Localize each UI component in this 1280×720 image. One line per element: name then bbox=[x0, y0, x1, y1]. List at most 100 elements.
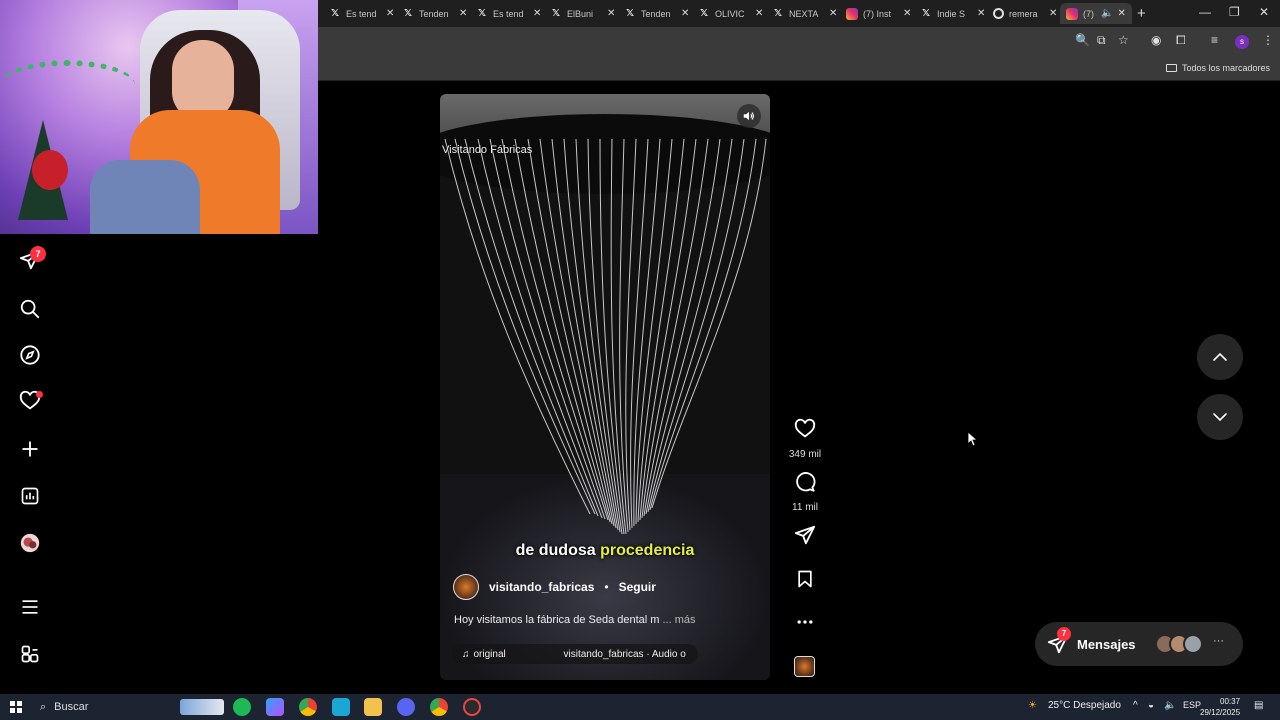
profile-avatar[interactable]: s bbox=[1235, 35, 1249, 49]
dashboard-icon[interactable] bbox=[18, 484, 42, 508]
audio-toggle-button[interactable] bbox=[737, 104, 761, 128]
profile-avatar-icon[interactable] bbox=[18, 531, 42, 555]
more-options-action[interactable] bbox=[788, 612, 822, 637]
all-bookmarks-button[interactable]: Todos los marcadores bbox=[1165, 63, 1270, 73]
browser-tab[interactable]: 𝕏 Es tend ✕ bbox=[476, 3, 541, 24]
browser-tab[interactable]: remera ✕ bbox=[992, 3, 1057, 24]
x-logo-icon: 𝕏 bbox=[477, 8, 487, 19]
bookmark-star-icon[interactable]: ☆ bbox=[1118, 33, 1129, 47]
explore-icon[interactable] bbox=[18, 343, 42, 367]
browser-tab[interactable]: 𝕏 Es tend ✕ bbox=[329, 3, 394, 24]
reel-author-row: visitando_fabricas • Seguir bbox=[453, 574, 656, 600]
chrome-profile-icon[interactable] bbox=[430, 698, 448, 716]
close-icon[interactable]: ✕ bbox=[755, 8, 763, 19]
volume-icon[interactable]: 🔈 bbox=[1164, 700, 1176, 711]
instagram-icon bbox=[1066, 7, 1078, 20]
windows-start-icon[interactable] bbox=[10, 701, 22, 713]
direct-messages-icon[interactable]: 7 bbox=[18, 246, 46, 272]
music-note-icon: ♫ bbox=[462, 648, 470, 660]
comment-icon[interactable] bbox=[794, 471, 816, 493]
messages-button[interactable]: 7 Mensajes ··· bbox=[1035, 622, 1243, 666]
app-icon[interactable] bbox=[332, 698, 350, 716]
follow-button[interactable]: Seguir bbox=[619, 580, 656, 594]
search-icon[interactable] bbox=[18, 297, 42, 321]
author-username[interactable]: visitando_fabricas bbox=[489, 580, 594, 594]
audio-info[interactable]: ♫ original visitando_fabricas · Audio o bbox=[452, 644, 698, 664]
browser-tab[interactable]: 𝕏 Indie S ✕ bbox=[920, 3, 985, 24]
chevron-up-icon bbox=[1213, 352, 1227, 361]
chrome-icon[interactable] bbox=[299, 698, 317, 716]
create-plus-icon[interactable] bbox=[18, 437, 42, 461]
search-highlight-image bbox=[180, 699, 224, 715]
close-icon[interactable]: ✕ bbox=[459, 8, 467, 19]
taskbar-search[interactable]: ⌕ Buscar bbox=[34, 697, 224, 717]
browser-tab[interactable]: 𝕏 NEXTA ✕ bbox=[772, 3, 837, 24]
google-icon bbox=[992, 8, 1004, 20]
more-menu-icon[interactable] bbox=[18, 595, 42, 619]
browser-tab[interactable]: 𝕏 Tenden ✕ bbox=[402, 3, 467, 24]
search-icon: ⌕ bbox=[40, 700, 47, 713]
close-icon[interactable]: ✕ bbox=[1117, 8, 1125, 19]
share-icon[interactable] bbox=[794, 524, 816, 546]
weather-icon: ☀ bbox=[1028, 700, 1037, 711]
more-link[interactable]: ... más bbox=[663, 614, 696, 626]
menu-icon[interactable]: ⋮ bbox=[1262, 33, 1274, 47]
reel-video[interactable]: Visitando Fábricas de dudosa procedencia… bbox=[440, 94, 770, 680]
browser-tab-active[interactable]: (7) 🔈 ✕ bbox=[1060, 3, 1132, 24]
video-watermark: Visitando Fábricas bbox=[442, 144, 533, 156]
share-action[interactable] bbox=[788, 524, 822, 551]
browser-tab[interactable]: 𝕏 OLIVIC ✕ bbox=[698, 3, 763, 24]
copilot-icon[interactable] bbox=[266, 698, 284, 716]
install-app-icon[interactable]: ⧉ bbox=[1097, 33, 1106, 48]
more-dots-icon[interactable] bbox=[795, 612, 815, 632]
direct-messages-icon: 7 bbox=[1047, 627, 1071, 655]
also-from-meta-icon[interactable] bbox=[18, 642, 42, 666]
next-reel-button[interactable] bbox=[1197, 394, 1243, 440]
language-indicator[interactable]: ESP bbox=[1183, 700, 1201, 710]
browser-tab[interactable]: 𝕏 ElBuni ✕ bbox=[550, 3, 615, 24]
previous-reel-button[interactable] bbox=[1197, 334, 1243, 380]
browser-tab[interactable]: (7) Inst ✕ bbox=[846, 3, 911, 24]
like-action[interactable]: 349 mil bbox=[788, 418, 822, 460]
file-explorer-icon[interactable] bbox=[364, 698, 382, 716]
obs-icon[interactable] bbox=[463, 698, 481, 716]
notifications-heart-icon[interactable] bbox=[18, 389, 43, 413]
bookmark-icon[interactable] bbox=[795, 568, 815, 590]
mouse-cursor-icon bbox=[968, 432, 978, 447]
extension-color-icon[interactable]: ◉ bbox=[1151, 33, 1161, 47]
discord-icon[interactable] bbox=[397, 698, 415, 716]
speaker-icon[interactable]: 🔈 bbox=[1101, 8, 1113, 19]
x-logo-icon: 𝕏 bbox=[921, 8, 931, 19]
close-icon[interactable]: ✕ bbox=[903, 8, 911, 19]
extensions-icon[interactable]: ⧠ bbox=[1176, 33, 1186, 48]
heart-icon[interactable] bbox=[794, 418, 816, 440]
chevron-up-icon[interactable]: ^ bbox=[1133, 700, 1138, 711]
close-icon[interactable]: ✕ bbox=[829, 8, 837, 19]
zoom-icon[interactable]: 🔍 bbox=[1075, 33, 1090, 47]
author-avatar[interactable] bbox=[453, 574, 479, 600]
close-icon[interactable]: ✕ bbox=[681, 8, 689, 19]
save-action[interactable] bbox=[788, 568, 822, 595]
network-icon[interactable]: ◒ bbox=[1148, 700, 1154, 711]
close-icon[interactable]: ✕ bbox=[533, 8, 541, 19]
comment-action[interactable]: 11 mil bbox=[788, 471, 822, 513]
folder-icon bbox=[1165, 64, 1177, 72]
clock[interactable]: 00:37 29/12/2025 bbox=[1200, 696, 1240, 718]
close-icon[interactable]: ✕ bbox=[977, 8, 985, 19]
weather-text[interactable]: 25°C Despejado bbox=[1048, 700, 1121, 711]
close-icon[interactable]: ✕ bbox=[607, 8, 615, 19]
audio-thumbnail[interactable] bbox=[794, 656, 815, 677]
minimize-button[interactable]: — bbox=[1199, 5, 1211, 19]
close-icon[interactable]: ✕ bbox=[1049, 8, 1057, 19]
close-window-button[interactable]: ✕ bbox=[1259, 5, 1269, 19]
reading-list-icon[interactable]: ≡ bbox=[1211, 33, 1218, 47]
maximize-button[interactable]: ❐ bbox=[1229, 5, 1240, 19]
notifications-icon[interactable]: ▤ bbox=[1254, 700, 1263, 711]
new-tab-button[interactable]: + bbox=[1137, 5, 1146, 22]
spotify-icon[interactable] bbox=[233, 698, 251, 716]
notification-dot bbox=[36, 391, 43, 398]
like-count: 349 mil bbox=[788, 449, 822, 460]
reel-description: Hoy visitamos la fábrica de Seda dental … bbox=[454, 614, 696, 626]
close-icon[interactable]: ✕ bbox=[386, 8, 394, 19]
browser-tab[interactable]: 𝕏 Tenden ✕ bbox=[624, 3, 689, 24]
